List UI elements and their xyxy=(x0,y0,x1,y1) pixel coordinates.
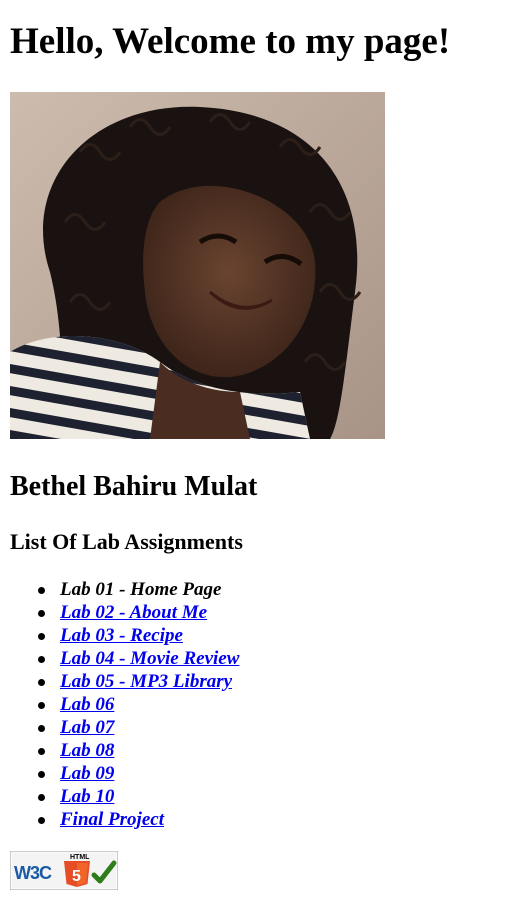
w3c-logo-icon: W3C xyxy=(14,863,53,883)
page-title: Hello, Welcome to my page! xyxy=(10,21,451,62)
list-item: Lab 08 xyxy=(38,739,239,762)
bullet-icon xyxy=(38,748,45,755)
svg-text:W3C: W3C xyxy=(14,863,52,883)
bullet-icon xyxy=(38,771,45,778)
svg-text:5: 5 xyxy=(72,868,81,885)
lab-10-link[interactable]: Lab 10 xyxy=(60,786,114,807)
bullet-icon xyxy=(38,656,45,663)
lab-04-link[interactable]: Lab 04 - Movie Review xyxy=(60,648,239,669)
bullet-icon xyxy=(38,679,45,686)
list-item: Final Project xyxy=(38,808,239,831)
list-item: Lab 01 - Home Page xyxy=(38,578,239,601)
list-item: Lab 07 xyxy=(38,716,239,739)
list-item: Lab 09 xyxy=(38,762,239,785)
list-heading: List Of Lab Assignments xyxy=(10,529,243,554)
lab-02-link[interactable]: Lab 02 - About Me xyxy=(60,602,207,623)
list-item: Lab 02 - About Me xyxy=(38,601,239,624)
list-item: Lab 05 - MP3 Library xyxy=(38,670,239,693)
final-project-link[interactable]: Final Project xyxy=(60,809,164,830)
list-item: Lab 03 - Recipe xyxy=(38,624,239,647)
lab-07-link[interactable]: Lab 07 xyxy=(60,717,114,738)
bullet-icon xyxy=(38,817,45,824)
author-name: Bethel Bahiru Mulat xyxy=(10,471,258,502)
list-item: Lab 06 xyxy=(38,693,239,716)
lab-03-link[interactable]: Lab 03 - Recipe xyxy=(60,625,183,646)
bullet-icon xyxy=(38,633,45,640)
lab-08-link[interactable]: Lab 08 xyxy=(60,740,114,761)
lab-09-link[interactable]: Lab 09 xyxy=(60,763,114,784)
list-item: Lab 04 - Movie Review xyxy=(38,647,239,670)
lab-06-link[interactable]: Lab 06 xyxy=(60,694,114,715)
svg-text:HTML: HTML xyxy=(70,854,90,861)
bullet-icon xyxy=(38,702,45,709)
w3c-html5-validation-badge[interactable]: W3C HTML 5 xyxy=(10,851,118,890)
lab-list: Lab 01 - Home Page Lab 02 - About Me Lab… xyxy=(10,578,239,831)
bullet-icon xyxy=(38,587,45,594)
bullet-icon xyxy=(38,794,45,801)
lab-05-link[interactable]: Lab 05 - MP3 Library xyxy=(60,671,232,692)
bullet-icon xyxy=(38,725,45,732)
profile-photo xyxy=(10,92,385,439)
list-item: Lab 10 xyxy=(38,785,239,808)
bullet-icon xyxy=(38,610,45,617)
lab-current-label: Lab 01 - Home Page xyxy=(60,579,222,600)
